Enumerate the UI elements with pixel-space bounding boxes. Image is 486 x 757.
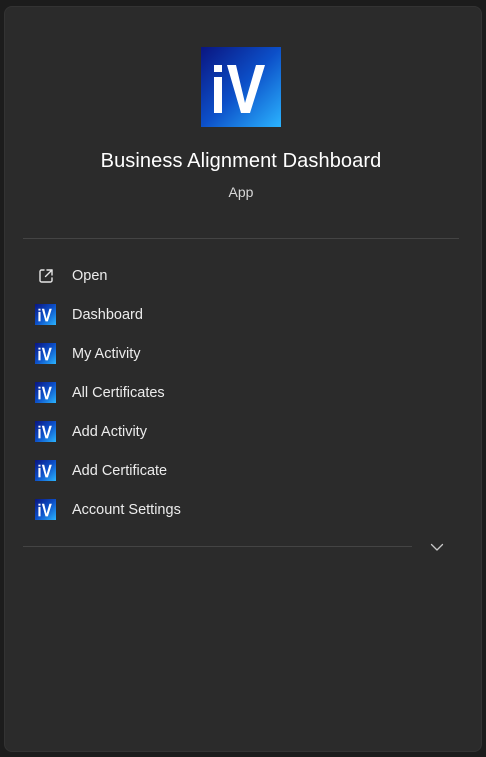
jump-list-panel: Business Alignment Dashboard App Open Da… [4,6,482,752]
menu-item-label: Add Certificate [72,462,168,479]
divider [23,546,412,547]
menu-item-add-certificate[interactable]: Add Certificate [23,451,459,490]
menu-item-my-activity[interactable]: My Activity [23,334,459,373]
menu-item-label: Add Activity [72,423,147,440]
menu-item-account-settings[interactable]: Account Settings [23,490,459,529]
menu-item-add-activity[interactable]: Add Activity [23,412,459,451]
menu-item-label: Account Settings [72,501,181,518]
iv-app-icon [35,499,56,520]
iv-app-icon [35,421,56,442]
menu-item-dashboard[interactable]: Dashboard [23,295,459,334]
open-external-icon [35,265,56,286]
app-title: Business Alignment Dashboard [100,150,382,172]
iv-app-icon [35,460,56,481]
menu-item-all-certificates[interactable]: All Certificates [23,373,459,412]
app-logo-icon [201,47,281,127]
menu-item-open[interactable]: Open [23,256,459,295]
jump-list-menu: Open Dashboard My Activity All Certifica… [23,256,459,529]
menu-item-label: Dashboard [72,306,143,323]
divider [23,238,459,239]
app-type-label: App [228,184,254,200]
iv-app-icon [35,382,56,403]
menu-item-label: Open [72,267,108,284]
menu-item-label: All Certificates [72,384,165,401]
iv-app-icon [35,343,56,364]
menu-item-label: My Activity [72,345,141,362]
expand-button[interactable] [423,536,451,558]
chevron-down-icon [430,543,444,551]
iv-app-icon [35,304,56,325]
